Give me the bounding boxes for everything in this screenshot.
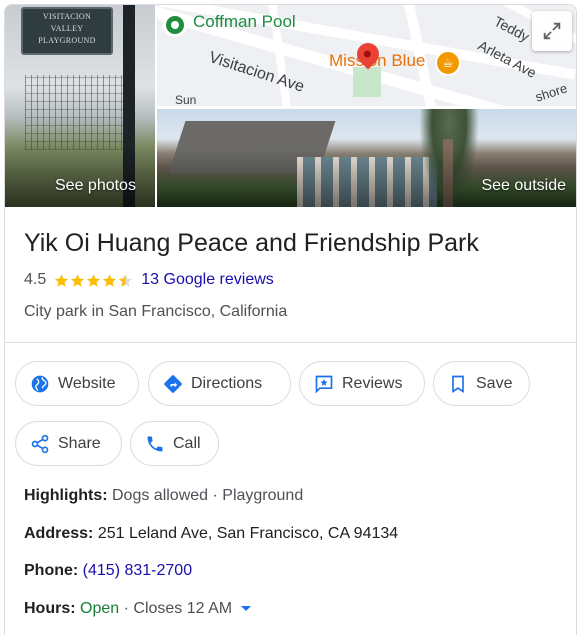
directions-button[interactable]: Directions	[148, 361, 291, 406]
star-full-icon	[87, 273, 101, 287]
place-card: VISITACION VALLEY PLAYGROUND Coffman Poo…	[4, 4, 577, 635]
share-label: Share	[58, 434, 101, 452]
call-button[interactable]: Call	[130, 421, 219, 466]
star-rating	[54, 273, 134, 288]
map-label-coffman-pool[interactable]: Coffman Pool	[193, 12, 296, 32]
star-full-icon	[71, 273, 85, 287]
star-full-icon	[103, 273, 117, 287]
google-reviews-link[interactable]: 13 Google reviews	[141, 271, 274, 289]
website-button[interactable]: Website	[15, 361, 139, 406]
address-row: Address: 251 Leland Ave, San Francisco, …	[24, 525, 398, 543]
place-category: City park in San Francisco, California	[24, 303, 288, 320]
map-label-shore: shore	[533, 80, 570, 105]
pool-pin-icon[interactable]	[163, 13, 187, 37]
phone-label: Phone:	[24, 562, 79, 579]
highlights-value: Dogs allowed · Playground	[112, 487, 304, 504]
rating-value: 4.5	[24, 271, 47, 288]
star-half-icon	[119, 273, 133, 287]
website-label: Website	[58, 374, 116, 392]
star-full-icon	[55, 273, 69, 287]
save-label: Save	[476, 374, 513, 392]
review-icon	[315, 375, 333, 394]
directions-label: Directions	[191, 374, 263, 392]
photo-strip: VISITACION VALLEY PLAYGROUND Coffman Poo…	[5, 5, 576, 207]
hours-row[interactable]: Hours: Open · Closes 12 AM	[24, 600, 251, 618]
address-label: Address:	[24, 525, 94, 542]
park-sign-image: VISITACION VALLEY PLAYGROUND	[21, 7, 113, 55]
map-label-teddy: Teddy	[491, 13, 532, 45]
chevron-down-icon[interactable]	[240, 606, 251, 612]
share-icon	[31, 434, 49, 453]
hours-open-status: Open	[80, 600, 120, 617]
phone-link[interactable]: (415) 831-2700	[83, 562, 192, 579]
reviews-button[interactable]: Reviews	[299, 361, 425, 406]
photo-shade	[5, 145, 155, 207]
fence-image	[25, 75, 123, 150]
sign-line: PLAYGROUND	[38, 36, 96, 45]
directions-icon	[164, 374, 182, 393]
see-outside-button[interactable]: See outside	[481, 177, 566, 195]
expand-map-button[interactable]	[532, 11, 572, 51]
hours-label: Hours:	[24, 600, 76, 617]
sign-line: VISITACION	[42, 12, 92, 21]
globe-icon	[31, 375, 49, 392]
see-photos-button[interactable]: See photos	[55, 177, 136, 195]
highlights-row: Highlights: Dogs allowed · Playground	[24, 487, 303, 505]
phone-icon	[147, 436, 163, 451]
share-button[interactable]: Share	[15, 421, 122, 466]
bookmark-icon	[452, 375, 464, 393]
call-label: Call	[173, 434, 201, 452]
save-button[interactable]: Save	[433, 361, 530, 406]
hours-close-time: · Closes 12 AM	[123, 600, 233, 617]
map-label-sun: Sun	[175, 93, 197, 106]
reviews-label: Reviews	[342, 374, 403, 392]
phone-row: Phone: (415) 831-2700	[24, 562, 192, 580]
expand-icon	[543, 22, 561, 40]
address-value: 251 Leland Ave, San Francisco, CA 94134	[97, 525, 399, 542]
place-title: Yik Oi Huang Peace and Friendship Park	[24, 229, 479, 257]
divider	[5, 342, 576, 343]
highlights-label: Highlights:	[24, 487, 108, 504]
park-area	[353, 67, 381, 97]
map-preview[interactable]: Coffman Pool Visitacion Ave Mission Blue…	[157, 5, 576, 106]
sign-line: VALLEY	[50, 24, 84, 33]
cafe-icon[interactable]: ☕	[435, 50, 461, 76]
rating-row: 4.5 13 Google reviews	[24, 271, 274, 289]
